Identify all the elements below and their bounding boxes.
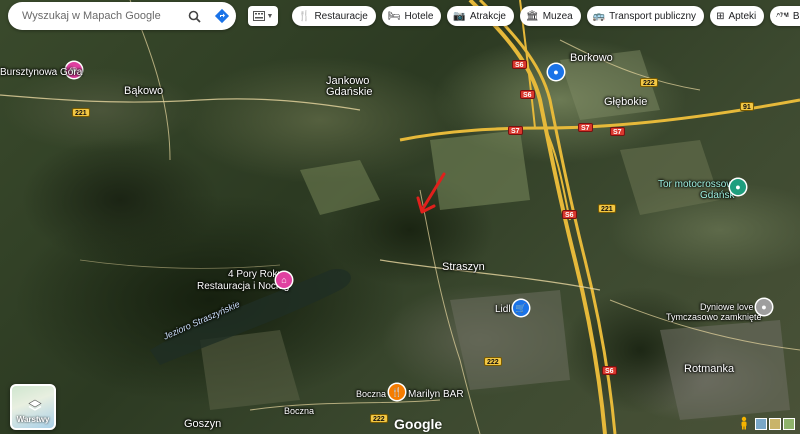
thumb-2[interactable]: [769, 418, 781, 430]
camera-icon: 📷: [453, 10, 466, 22]
lidl-pin[interactable]: 🛒: [513, 300, 529, 316]
layers-icon: [28, 399, 42, 411]
road-shield-91: 91: [740, 102, 754, 111]
road-network: [0, 0, 800, 434]
thumb-1[interactable]: [755, 418, 767, 430]
pegman-icon[interactable]: [737, 416, 751, 430]
road-shield-s7: S7: [578, 123, 593, 132]
search-box[interactable]: Wyszukaj w Mapach Google: [8, 2, 236, 30]
apps-grid-icon[interactable]: [770, 8, 786, 24]
road-shield-222: 222: [484, 357, 502, 366]
chip-hotele[interactable]: 🛏 Hotele: [381, 6, 442, 26]
google-logo: Google: [394, 416, 443, 432]
category-chips: 🍴 Restauracje 🛏 Hotele 📷 Atrakcje 🏛 Muze…: [292, 6, 800, 26]
chip-label: Muzea: [542, 10, 573, 22]
place-label[interactable]: Lidl: [495, 304, 511, 315]
road-shield-222: 222: [370, 414, 388, 423]
road-shield-s6: S6: [562, 210, 577, 219]
road-shield-221: 221: [598, 204, 616, 213]
place-label[interactable]: Borkowo: [570, 53, 613, 64]
place-label[interactable]: Marilyn BAR: [408, 389, 464, 400]
map-type-toggle[interactable]: ▼: [248, 6, 278, 26]
bed-icon: 🛏: [387, 10, 401, 22]
road-shield-s6: S6: [512, 60, 527, 69]
red-arrow-marker: [416, 172, 446, 214]
chip-restauracje[interactable]: 🍴 Restauracje: [292, 6, 376, 26]
place-label[interactable]: Straszyn: [442, 262, 485, 273]
place-label[interactable]: Tor motocrossowy: [658, 179, 739, 190]
thumb-3[interactable]: [783, 418, 795, 430]
chevron-down-icon: ▼: [266, 12, 274, 20]
chip-label: Hotele: [404, 10, 434, 22]
museum-icon: 🏛: [526, 10, 539, 22]
place-label[interactable]: Gdańsk: [700, 190, 734, 201]
place-label[interactable]: 4 Pory Roku: [228, 269, 283, 280]
street-label: Boczna: [356, 389, 387, 399]
chip-label: Restauracje: [314, 10, 368, 22]
road-shield-s6: S6: [602, 366, 617, 375]
place-label[interactable]: Bąkowo: [124, 86, 163, 97]
search-placeholder: Wyszukaj w Mapach Google: [22, 10, 161, 22]
chip-label: Apteki: [728, 10, 757, 22]
layers-label: Warstwy: [16, 415, 50, 424]
layers-button[interactable]: Warstwy: [10, 384, 56, 430]
road-shield-221: 221: [72, 108, 90, 117]
marilyn-bar-pin[interactable]: 🍴: [389, 384, 405, 400]
tor-motocrossowy-pin[interactable]: ●: [730, 179, 746, 195]
dyniowe-love-pin[interactable]: ●: [756, 299, 772, 315]
keyboard-icon: [252, 11, 265, 21]
chip-label: B: [792, 10, 800, 22]
satellite-map[interactable]: [0, 0, 800, 434]
chip-label: Transport publiczny: [609, 10, 697, 22]
place-label[interactable]: Bursztynowa Góra: [0, 67, 82, 78]
borkowo-pin[interactable]: ●: [548, 64, 564, 80]
pory-roku-pin[interactable]: ⌂: [276, 272, 292, 288]
road-shield-222: 222: [640, 78, 658, 87]
imagery-thumbnails[interactable]: [755, 418, 795, 430]
directions-icon[interactable]: [208, 2, 236, 30]
search-icon[interactable]: [180, 2, 208, 30]
place-label[interactable]: Rotmanka: [684, 364, 734, 375]
street-label: Boczna: [284, 406, 315, 416]
pharmacy-icon: ⊞: [716, 10, 725, 22]
chip-muzea[interactable]: 🏛 Muzea: [520, 6, 581, 26]
chip-atrakcje[interactable]: 📷 Atrakcje: [447, 6, 514, 26]
place-label[interactable]: Restauracja i Nocleg: [197, 281, 289, 292]
place-label[interactable]: Goszyn: [184, 419, 221, 430]
road-shield-s7: S7: [610, 127, 625, 136]
chip-transport[interactable]: 🚌 Transport publiczny: [586, 6, 705, 26]
place-label[interactable]: Gdańskie: [326, 87, 372, 98]
bus-icon: 🚌: [592, 10, 606, 22]
road-shield-s6: S6: [520, 90, 535, 99]
place-label[interactable]: Tymczasowo zamknięte: [666, 312, 762, 323]
place-label[interactable]: Głębokie: [604, 97, 647, 108]
fork-knife-icon: 🍴: [298, 10, 311, 22]
road-shield-s7: S7: [508, 126, 523, 135]
chip-apteki[interactable]: ⊞ Apteki: [710, 6, 765, 26]
chip-label: Atrakcje: [469, 10, 506, 22]
